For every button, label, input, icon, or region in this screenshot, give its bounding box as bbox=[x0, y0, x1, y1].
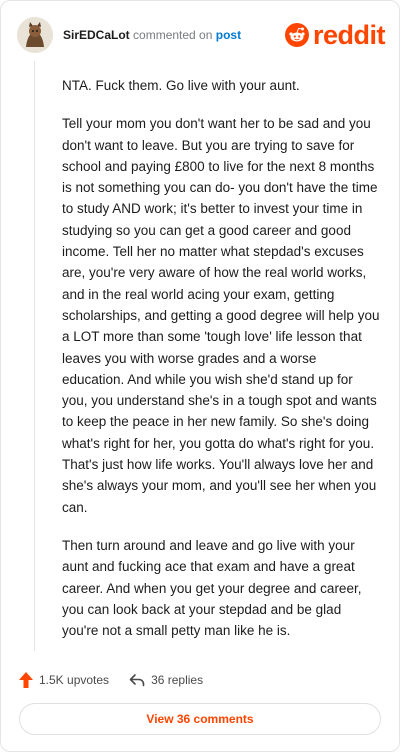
comment-body: NTA. Fuck them. Go live with your aunt. … bbox=[62, 75, 380, 658]
upvote-arrow-icon bbox=[19, 672, 33, 688]
comment-card: SirEDCaLot commented on post reddit NTA.… bbox=[0, 0, 400, 752]
thread-line[interactable] bbox=[34, 61, 35, 651]
comment-header: SirEDCaLot commented on post reddit bbox=[17, 15, 386, 55]
comment-meta: SirEDCaLot commented on post bbox=[63, 27, 241, 43]
reply-count: 36 replies bbox=[151, 673, 204, 687]
avatar-icon bbox=[17, 17, 53, 53]
upvote-button[interactable]: 1.5K upvotes bbox=[19, 672, 109, 688]
reddit-logo[interactable]: reddit bbox=[284, 20, 386, 50]
view-comments-button[interactable]: View 36 comments bbox=[19, 703, 381, 735]
reddit-snoo-icon bbox=[284, 23, 309, 47]
username-link[interactable]: SirEDCaLot bbox=[63, 28, 130, 42]
comment-paragraph: Tell your mom you don't want her to be s… bbox=[62, 116, 380, 515]
reddit-wordmark: reddit bbox=[312, 20, 386, 50]
reply-arrow-icon bbox=[129, 674, 145, 687]
user-avatar[interactable] bbox=[17, 17, 53, 53]
upvote-count: 1.5K upvotes bbox=[39, 673, 110, 687]
comment-actions: 1.5K upvotes 36 replies bbox=[19, 669, 203, 691]
commented-on-label: commented on bbox=[133, 28, 213, 42]
comment-paragraph: Then turn around and leave and go live w… bbox=[62, 537, 362, 639]
replies-button[interactable]: 36 replies bbox=[129, 673, 203, 687]
post-link[interactable]: post bbox=[216, 28, 241, 42]
comment-paragraph: NTA. Fuck them. Go live with your aunt. bbox=[62, 78, 300, 93]
